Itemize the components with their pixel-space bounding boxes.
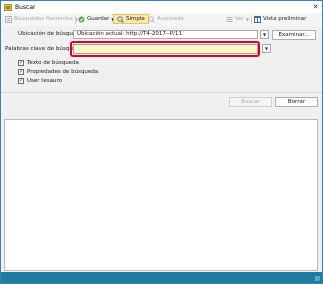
divider <box>1 92 322 93</box>
recent-searches-label: Búsquedas Recientes <box>14 16 73 22</box>
search-window: Buscar ✕ Búsquedas Recientes ▼ Guardar ▼… <box>0 0 323 284</box>
save-icon <box>78 16 85 23</box>
close-button[interactable]: ✕ <box>311 3 320 11</box>
recent-searches-button[interactable]: Búsquedas Recientes ▼ <box>5 14 78 24</box>
search-folder-icon <box>4 3 12 11</box>
checkbox[interactable]: ✓ <box>18 59 24 66</box>
checkbox-label: Propiedades de búsqueda <box>27 68 99 75</box>
save-label: Guardar <box>87 16 110 22</box>
keywords-highlight <box>70 41 260 57</box>
chevron-down-icon: ▼ <box>264 46 269 51</box>
browse-button[interactable]: Examinar... <box>272 30 316 40</box>
clear-button[interactable]: Borrar <box>275 97 318 107</box>
simple-search-button[interactable]: Simple <box>113 14 149 24</box>
preview-label: Vista preliminar <box>263 16 307 22</box>
checkbox-use-thesaurus[interactable]: ✓ User tesauro <box>18 77 62 84</box>
resize-grip-icon[interactable] <box>315 276 320 281</box>
location-field[interactable]: Ubicación actual: http://T4-2017--P/11 <box>73 30 258 39</box>
checkbox-label: User tesauro <box>27 77 63 84</box>
toolbar-divider <box>251 15 252 24</box>
checkbox-label: Texto de búsqueda <box>27 59 79 66</box>
checkbox[interactable]: ✓ <box>18 77 24 84</box>
status-bar <box>1 272 322 283</box>
toolbar-divider <box>75 15 76 24</box>
view-button[interactable]: Ver ▼ <box>226 14 249 24</box>
location-dropdown-button[interactable]: ▼ <box>260 30 269 39</box>
advanced-search-icon <box>148 15 155 23</box>
search-button[interactable]: Buscar <box>229 97 272 107</box>
checkbox-search-properties[interactable]: ✓ Propiedades de búsqueda <box>18 68 98 75</box>
advanced-search-label: Avanzada <box>157 16 184 22</box>
preview-button[interactable]: Vista preliminar <box>254 14 306 24</box>
view-list-icon <box>226 16 233 23</box>
preview-pane-icon <box>254 15 261 23</box>
chevron-down-icon: ▼ <box>245 16 250 22</box>
window-title: Buscar <box>15 3 36 11</box>
save-button[interactable]: Guardar ▼ <box>78 14 114 24</box>
simple-search-label: Simple <box>126 16 145 22</box>
recent-searches-icon <box>5 15 12 23</box>
toolbar: Búsquedas Recientes ▼ Guardar ▼ Simple A… <box>1 13 322 27</box>
results-pane[interactable] <box>4 119 318 271</box>
checkbox[interactable]: ✓ <box>18 68 24 75</box>
chevron-down-icon: ▼ <box>262 32 267 37</box>
title-bar: Buscar ✕ <box>1 1 322 13</box>
checkbox-search-text[interactable]: ✓ Texto de búsqueda <box>18 59 79 66</box>
keywords-dropdown-button[interactable]: ▼ <box>262 44 271 53</box>
advanced-search-button[interactable]: Avanzada <box>148 14 184 24</box>
view-label: Ver <box>235 16 244 22</box>
simple-search-icon <box>117 15 124 23</box>
